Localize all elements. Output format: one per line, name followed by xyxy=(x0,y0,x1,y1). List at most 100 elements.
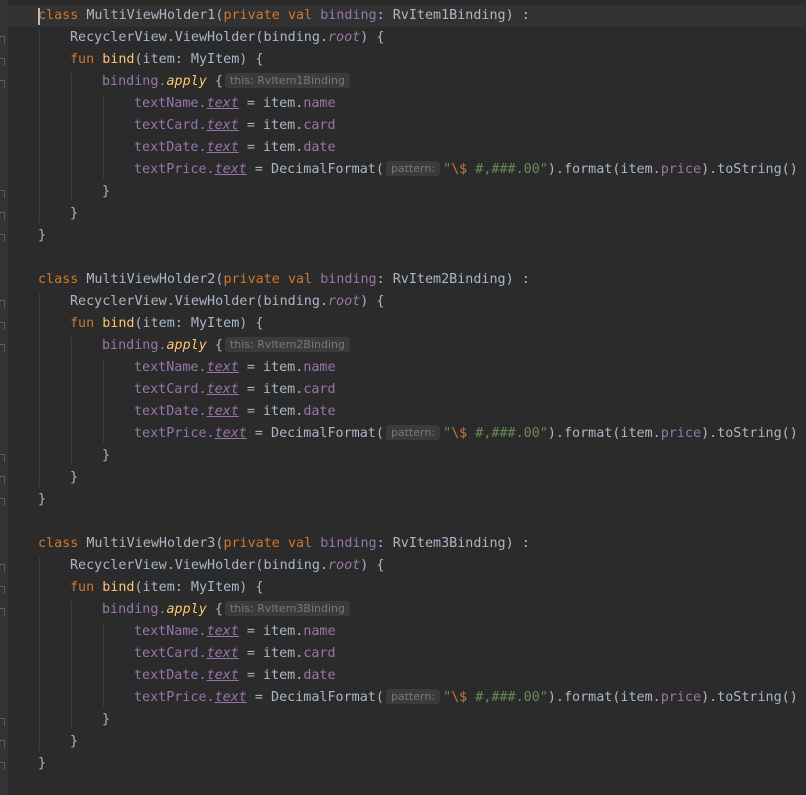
price-assignment-line[interactable]: textPrice.text = DecimalFormat(pattern: "… xyxy=(134,159,798,181)
decimal-format-call: = DecimalFormat( xyxy=(246,162,384,177)
parameter-inlay-hint: pattern: xyxy=(385,689,441,704)
class-name: MultiViewHolder1 xyxy=(86,8,216,23)
fold-marker[interactable] xyxy=(0,322,5,330)
apply-function: apply xyxy=(166,74,207,89)
indent-guide xyxy=(103,623,104,707)
parameter-inlay-hint: pattern: xyxy=(385,425,441,440)
closing-brace: } xyxy=(102,712,111,727)
fold-marker[interactable] xyxy=(0,300,5,308)
root-property: root xyxy=(327,294,361,309)
bind-function-line[interactable]: fun bind(item: MyItem) { xyxy=(70,49,264,71)
indent-guide xyxy=(39,29,40,223)
view-reference: textPrice. xyxy=(134,162,215,177)
closing-brace: } xyxy=(102,184,111,199)
string-escape: \$ xyxy=(451,426,468,441)
assignment-line[interactable]: textCard.text = item.card xyxy=(134,115,336,137)
class-declaration-line[interactable]: class MultiViewHolder3(private val bindi… xyxy=(38,533,530,555)
root-property: root xyxy=(327,30,361,45)
closing-brace: } xyxy=(70,734,79,749)
assignment-line[interactable]: textCard.text = item.card xyxy=(134,643,336,665)
assignment-line[interactable]: textDate.text = item.date xyxy=(134,665,336,687)
synthetic-text-property: text xyxy=(206,140,239,155)
tostring-call: ).toString() xyxy=(701,426,798,441)
item-field: card xyxy=(303,118,336,133)
fold-marker[interactable] xyxy=(0,498,5,506)
class-name: MultiViewHolder3 xyxy=(86,536,216,551)
bind-function-line[interactable]: fun bind(item: MyItem) { xyxy=(70,313,264,335)
close-function-line[interactable]: } xyxy=(70,203,78,225)
view-reference: textName. xyxy=(134,96,207,111)
superclass-call-line[interactable]: RecyclerView.ViewHolder(binding.root) { xyxy=(70,555,384,577)
format-pattern-string: #,###.00" xyxy=(467,690,548,705)
indent-guide xyxy=(71,601,72,729)
class-declaration-line[interactable]: class MultiViewHolder2(private val bindi… xyxy=(38,269,530,291)
item-field: price xyxy=(660,690,702,705)
apply-block-line[interactable]: binding.apply {this: RvItem3Binding xyxy=(102,599,353,621)
assignment-rhs: = item. xyxy=(238,118,304,133)
fold-marker[interactable] xyxy=(0,718,5,726)
assignment-line[interactable]: textName.text = item.name xyxy=(134,93,336,115)
assignment-line[interactable]: textDate.text = item.date xyxy=(134,401,336,423)
fold-marker[interactable] xyxy=(0,586,5,594)
apply-block-line[interactable]: binding.apply {this: RvItem2Binding xyxy=(102,335,353,357)
close-function-line[interactable]: } xyxy=(70,467,78,489)
receiver-inlay-hint: this: RvItem3Binding xyxy=(224,601,350,616)
close-class-line[interactable]: } xyxy=(38,753,46,775)
price-assignment-line[interactable]: textPrice.text = DecimalFormat(pattern: "… xyxy=(134,423,798,445)
editor-gutter xyxy=(0,0,8,795)
class-keyword: class xyxy=(38,8,79,23)
close-function-line[interactable]: } xyxy=(70,731,78,753)
fold-marker[interactable] xyxy=(0,454,5,462)
fold-marker[interactable] xyxy=(0,36,5,44)
fold-marker[interactable] xyxy=(0,762,5,770)
fold-marker[interactable] xyxy=(0,234,5,242)
superclass-call-end: ) { xyxy=(360,30,385,45)
fold-marker[interactable] xyxy=(0,564,5,572)
apply-receiver: binding. xyxy=(102,338,167,353)
code-editor[interactable]: class MultiViewHolder1(private val bindi… xyxy=(0,0,806,795)
parameter-inlay-hint: pattern: xyxy=(385,161,441,176)
superclass-call-line[interactable]: RecyclerView.ViewHolder(binding.root) { xyxy=(70,27,384,49)
assignment-line[interactable]: textDate.text = item.date xyxy=(134,137,336,159)
fold-marker[interactable] xyxy=(0,608,5,616)
item-field: card xyxy=(303,382,336,397)
string-escape: \$ xyxy=(451,690,468,705)
close-apply-line[interactable]: } xyxy=(102,709,110,731)
close-apply-line[interactable]: } xyxy=(102,181,110,203)
fold-marker[interactable] xyxy=(0,740,5,748)
fold-marker[interactable] xyxy=(0,476,5,484)
view-reference: textPrice. xyxy=(134,426,215,441)
item-field: price xyxy=(660,426,702,441)
superclass-call-line[interactable]: RecyclerView.ViewHolder(binding.root) { xyxy=(70,291,384,313)
assignment-line[interactable]: textName.text = item.name xyxy=(134,357,336,379)
assignment-line[interactable]: textName.text = item.name xyxy=(134,621,336,643)
view-reference: textCard. xyxy=(134,382,207,397)
fold-marker[interactable] xyxy=(0,58,5,66)
close-apply-line[interactable]: } xyxy=(102,445,110,467)
synthetic-text-property: text xyxy=(206,646,239,661)
private-modifier: private xyxy=(223,536,280,551)
apply-block-line[interactable]: binding.apply {this: RvItem1Binding xyxy=(102,71,353,93)
indent-guide xyxy=(39,293,40,487)
fold-marker[interactable] xyxy=(0,190,5,198)
closing-brace: } xyxy=(102,448,111,463)
closing-brace: } xyxy=(38,492,47,507)
fun-keyword: fun xyxy=(70,316,95,331)
item-field: date xyxy=(303,668,336,683)
fold-marker[interactable] xyxy=(0,212,5,220)
assignment-line[interactable]: textCard.text = item.card xyxy=(134,379,336,401)
synthetic-text-property: text xyxy=(206,96,239,111)
apply-open-brace: { xyxy=(214,602,223,617)
bind-function-line[interactable]: fun bind(item: MyItem) { xyxy=(70,577,264,599)
close-class-line[interactable]: } xyxy=(38,225,46,247)
item-field: card xyxy=(303,646,336,661)
fold-marker[interactable] xyxy=(0,344,5,352)
assignment-rhs: = item. xyxy=(238,96,304,111)
view-reference: textDate. xyxy=(134,140,207,155)
class-name: MultiViewHolder2 xyxy=(86,272,216,287)
close-class-line[interactable]: } xyxy=(38,489,46,511)
price-assignment-line[interactable]: textPrice.text = DecimalFormat(pattern: "… xyxy=(134,687,798,709)
assignment-rhs: = item. xyxy=(238,382,304,397)
class-declaration-line[interactable]: class MultiViewHolder1(private val bindi… xyxy=(38,5,530,27)
fold-marker[interactable] xyxy=(0,80,5,88)
